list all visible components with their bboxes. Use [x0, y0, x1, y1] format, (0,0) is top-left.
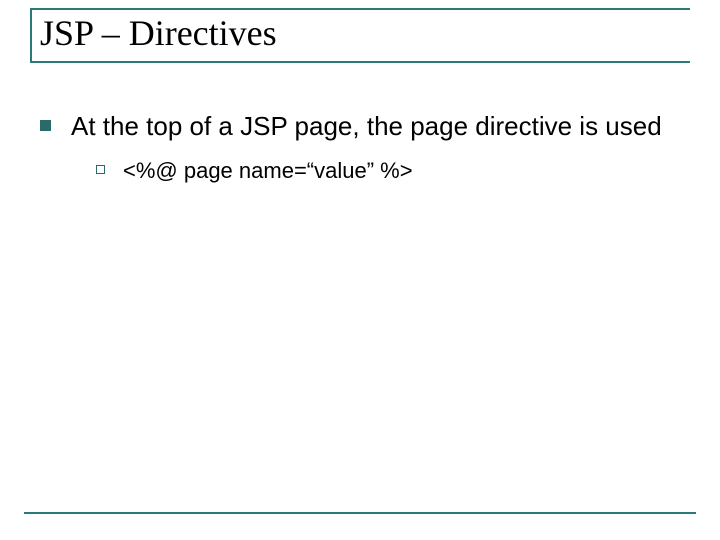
square-filled-icon	[40, 120, 51, 131]
square-outline-icon	[96, 165, 105, 174]
slide: JSP – Directives At the top of a JSP pag…	[0, 0, 720, 540]
title-container: JSP – Directives	[30, 8, 690, 63]
bullet-level2-text: <%@ page name=“value” %>	[123, 157, 413, 186]
bullet-level2: <%@ page name=“value” %>	[96, 157, 680, 186]
divider	[24, 512, 696, 514]
bullet-level1: At the top of a JSP page, the page direc…	[40, 110, 680, 143]
slide-title: JSP – Directives	[40, 12, 690, 55]
bullet-level1-text: At the top of a JSP page, the page direc…	[71, 110, 662, 143]
slide-body: At the top of a JSP page, the page direc…	[40, 110, 680, 185]
